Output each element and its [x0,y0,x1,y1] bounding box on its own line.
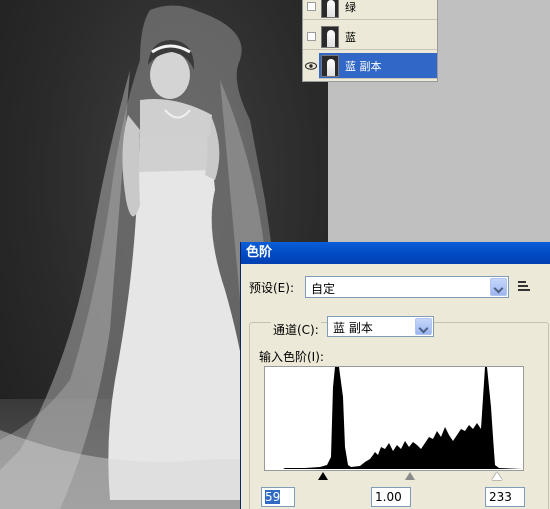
visibility-checkbox[interactable] [306,32,316,41]
layer-name: 蓝 副本 [345,59,382,73]
channel-value: 蓝 副本 [333,321,373,335]
channel-dropdown[interactable]: 蓝 副本 [327,316,434,337]
dialog-title[interactable]: 色阶 [241,242,550,264]
preset-dropdown[interactable]: 自定 [305,276,509,298]
levels-dialog: 色阶 预设(E): 自定 通道(C): 蓝 副本 输入色阶(I): 59 1.0… [240,242,550,509]
layer-row-blue-copy[interactable]: 蓝 副本 [303,52,437,79]
input-white-field[interactable]: 233 [485,487,525,507]
visibility-checkbox[interactable] [306,2,316,11]
histogram [264,366,524,471]
white-point-slider[interactable] [492,472,502,480]
visibility-toggle[interactable] [303,52,319,79]
input-black-value: 59 [265,490,281,504]
layer-thumbnail [321,0,339,18]
layer-thumbnail [321,54,339,77]
visibility-toggle[interactable] [303,0,319,20]
chevron-down-icon[interactable] [490,278,507,296]
layers-panel: 绿 蓝 蓝 副本 [302,0,438,82]
input-gamma-value: 1.00 [375,490,402,504]
histogram-graph [283,367,522,469]
input-white-value: 233 [489,490,512,504]
black-point-slider[interactable] [318,472,328,480]
input-slider-track[interactable] [264,471,524,483]
visibility-toggle[interactable] [303,24,319,50]
layer-row-blue[interactable]: 蓝 [303,24,437,50]
input-black-field[interactable]: 59 [261,487,295,507]
layer-row-green[interactable]: 绿 [303,0,437,20]
layer-thumbnail [321,25,339,48]
chevron-down-icon[interactable] [415,318,432,335]
preset-options-icon[interactable] [518,280,532,294]
eye-icon [305,61,317,70]
preset-value: 自定 [311,282,336,296]
gamma-slider[interactable] [405,472,415,480]
preset-label: 预设(E): [249,281,294,295]
layer-name: 蓝 [345,30,356,44]
layer-name: 绿 [345,0,356,14]
input-gamma-field[interactable]: 1.00 [371,487,411,507]
channel-label: 通道(C): [271,321,321,338]
input-levels-label: 输入色阶(I): [259,350,324,364]
